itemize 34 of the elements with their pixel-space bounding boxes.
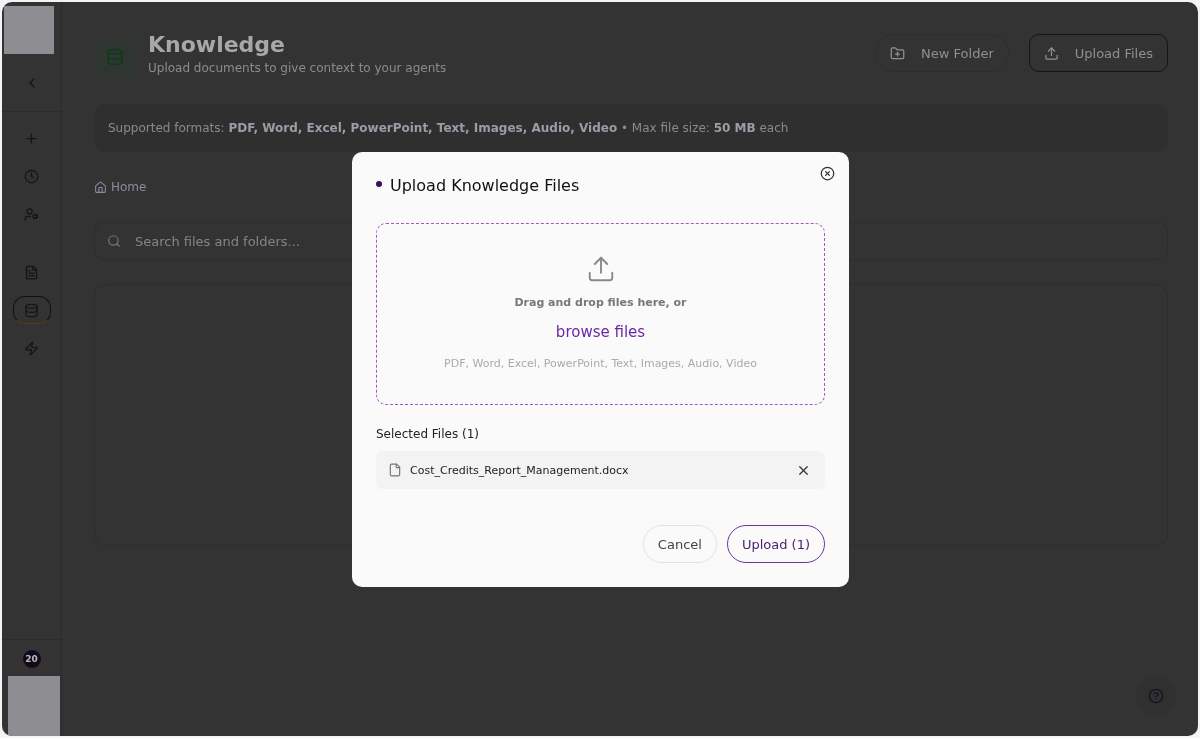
home-breadcrumb[interactable]: Home <box>94 180 147 194</box>
close-button[interactable] <box>820 166 835 181</box>
database-icon <box>24 302 39 318</box>
page-title: Knowledge <box>148 31 287 57</box>
upload-files-button[interactable]: Upload Files <box>1028 34 1168 72</box>
document-icon <box>24 264 39 280</box>
search-icon <box>107 234 121 248</box>
page-subtitle: Upload documents to give context to your agents <box>148 60 448 75</box>
notification-badge: 20 <box>22 650 41 668</box>
user-gear-icon <box>24 206 39 222</box>
browse-files-link[interactable]: browse files <box>555 323 646 341</box>
file-name: Cost_Credits_Report_Management.docx <box>410 463 630 477</box>
avatar-placeholder <box>3 6 54 54</box>
help-icon <box>1148 688 1164 704</box>
formats-hint: PDF, Word, Excel, PowerPoint, Text, Images, Audio, Video <box>444 357 757 370</box>
close-icon <box>820 166 835 181</box>
selected-files-heading: Selected Files (1) <box>376 427 480 441</box>
drop-zone[interactable]: Drag and drop files here, or browse files PDF, Word, Excel, PowerPoint, Text, Images, Audio, Video <box>376 223 825 405</box>
folder-plus-icon <box>890 45 906 61</box>
upload-button[interactable]: Upload (1) <box>726 525 825 563</box>
supported-formats-notice: Supported formats: PDF, Word, Excel, PowerPoint, Text, Images, Audio, Video • Max file size: 50 MB each <box>94 104 1168 152</box>
plus-icon <box>24 130 39 146</box>
database-icon <box>94 36 136 78</box>
home-icon <box>94 180 107 194</box>
dialog-title: Upload Knowledge Files <box>390 176 581 195</box>
database-nav-button[interactable] <box>12 296 51 324</box>
avatar-placeholder <box>7 676 60 736</box>
file-icon <box>388 463 402 477</box>
cancel-button[interactable]: Cancel <box>642 525 717 563</box>
drop-instructions: Drag and drop files here, or <box>514 296 687 309</box>
clock-icon <box>24 168 39 184</box>
bullet-dot <box>376 180 382 187</box>
upload-icon <box>1043 45 1059 61</box>
lightning-icon <box>24 340 39 356</box>
